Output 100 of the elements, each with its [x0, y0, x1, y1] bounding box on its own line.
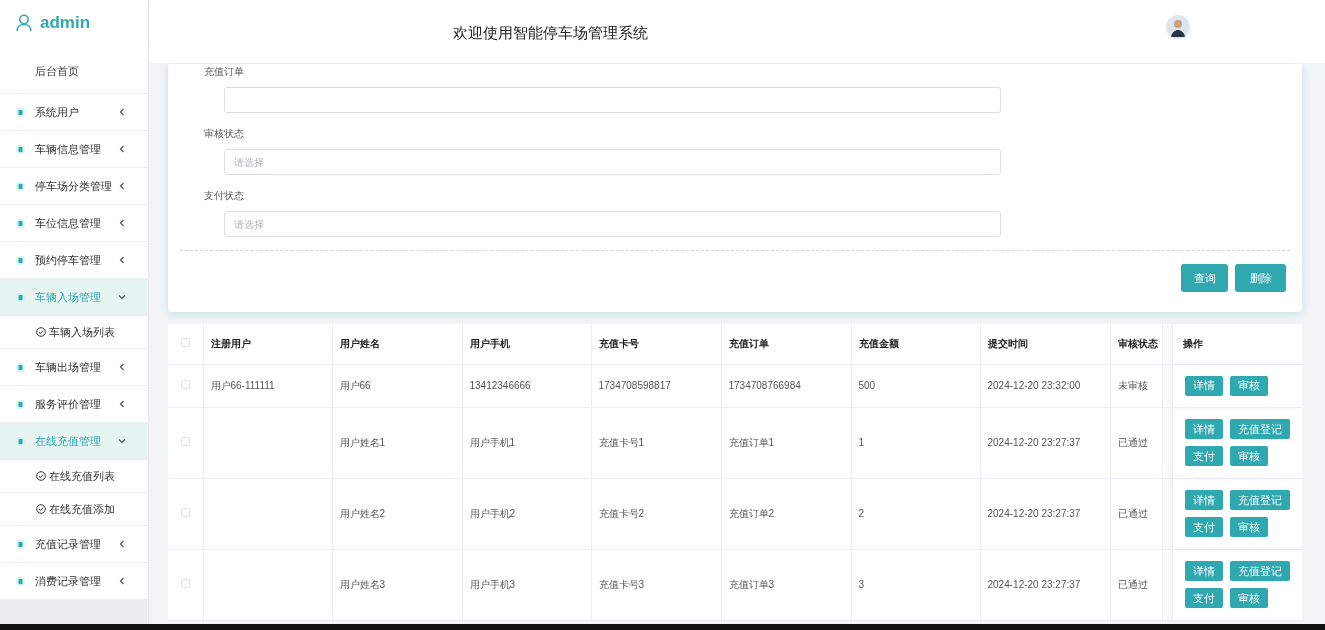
table-cell: 13412346666: [469, 380, 531, 391]
table-cell: 用户手机1: [469, 437, 516, 448]
checkbox[interactable]: [180, 338, 190, 348]
table-cell: 2024-12-20 23:32:00: [987, 380, 1081, 391]
document-icon: [16, 539, 25, 549]
column-header: 注册用户: [210, 338, 251, 350]
chevron-left-icon: [118, 256, 126, 264]
action-button[interactable]: 审核: [1229, 517, 1268, 537]
chevron-left-icon: [118, 540, 126, 548]
menu-item[interactable]: 充值记录管理: [0, 526, 148, 563]
action-button[interactable]: 充值登记: [1229, 490, 1290, 510]
submenu-item[interactable]: 车辆入场列表: [0, 316, 148, 349]
column-header: 提交时间: [987, 338, 1028, 350]
column-header: 充值金额: [858, 338, 899, 350]
action-button[interactable]: 审核: [1229, 588, 1268, 608]
menu-item[interactable]: 消费记录管理: [0, 563, 148, 600]
checkbox[interactable]: [180, 508, 190, 517]
chevron-down-icon: [118, 437, 126, 445]
table-cell: 用户姓名1: [339, 437, 386, 448]
table-cell: 已通过: [1117, 579, 1148, 590]
table-cell: 2024-12-20 23:27:37: [987, 508, 1081, 519]
check-circle-icon: [36, 471, 46, 481]
document-icon: [16, 144, 25, 154]
chevron-left-icon: [118, 145, 126, 153]
document-icon: [16, 218, 25, 228]
document-icon: [16, 255, 25, 265]
user-name: admin: [40, 11, 91, 34]
avatar[interactable]: [1166, 15, 1190, 39]
table-cell: 已通过: [1117, 437, 1148, 448]
menu-item[interactable]: 车位信息管理: [0, 205, 148, 242]
chevron-down-icon: [118, 293, 126, 301]
table-cell: 2024-12-20 23:27:37: [987, 579, 1081, 590]
document-icon: [16, 436, 25, 446]
table-cell: 500: [858, 380, 876, 391]
action-button[interactable]: 详情: [1184, 375, 1223, 396]
table-cell: 用户姓名2: [339, 508, 386, 519]
menu-item[interactable]: 车辆出场管理: [0, 349, 148, 386]
table-cell: 2024-12-20 23:27:37: [987, 437, 1081, 448]
document-icon: [16, 576, 25, 586]
table-cell: 用户66-111111: [210, 380, 275, 391]
table-cell: 用户手机2: [469, 508, 516, 519]
column-header: 用户手机: [469, 338, 510, 350]
action-button[interactable]: 审核: [1229, 446, 1268, 466]
column-header: 操作: [1182, 338, 1203, 350]
column-header: 用户姓名: [339, 338, 380, 350]
menu-item[interactable]: 在线充值管理: [0, 423, 148, 460]
action-button[interactable]: 详情: [1184, 561, 1223, 581]
table-cell: 用户手机3: [469, 579, 516, 590]
field-label: 支付状态: [204, 189, 245, 203]
action-button[interactable]: 审核: [1229, 375, 1268, 396]
chevron-left-icon: [118, 219, 126, 227]
chevron-left-icon: [118, 577, 126, 585]
table-cell: 充值卡号2: [598, 508, 645, 519]
select-field[interactable]: 请选择: [224, 149, 1001, 175]
table-cell: 充值订单3: [728, 579, 775, 590]
select-field[interactable]: 请选择: [224, 211, 1001, 237]
table-cell: 充值卡号1: [598, 437, 645, 448]
action-button[interactable]: 充值登记: [1229, 419, 1290, 439]
chevron-left-icon: [118, 108, 126, 116]
table-cell: 充值卡号3: [598, 579, 645, 590]
table-cell: 已通过: [1117, 508, 1148, 519]
input-field[interactable]: [224, 87, 1001, 113]
document-icon: [16, 107, 25, 117]
action-button[interactable]: 详情: [1184, 419, 1223, 439]
action-button[interactable]: 支付: [1184, 517, 1223, 537]
check-circle-icon: [36, 327, 46, 337]
document-icon: [16, 292, 25, 302]
table-cell: 2: [858, 508, 865, 519]
table-cell: 充值订单1: [728, 437, 775, 448]
action-button[interactable]: 充值登记: [1229, 561, 1290, 581]
submenu-item[interactable]: 在线充值列表: [0, 460, 148, 493]
table-cell: 用户66: [339, 380, 371, 391]
action-button[interactable]: 支付: [1184, 446, 1223, 466]
search-button[interactable]: 查询: [1181, 264, 1228, 292]
chevron-left-icon: [118, 363, 126, 371]
page-title: 欢迎使用智能停车场管理系统: [453, 23, 648, 43]
document-icon: [16, 181, 25, 191]
table-cell: 1734708766984: [728, 380, 801, 391]
field-label: 审核状态: [204, 127, 245, 141]
table-cell: 用户姓名3: [339, 579, 386, 590]
checkbox[interactable]: [180, 437, 190, 446]
field-label: 充值订单: [204, 65, 245, 79]
column-header: 审核状态: [1117, 338, 1158, 350]
menu-item[interactable]: 车辆入场管理: [0, 279, 148, 316]
menu-item[interactable]: 停车场分类管理: [0, 168, 148, 205]
menu-item[interactable]: 后台首页: [0, 49, 148, 94]
delete-button[interactable]: 删除: [1235, 264, 1286, 292]
column-header: 充值订单: [728, 338, 769, 350]
menu-item[interactable]: 车辆信息管理: [0, 131, 148, 168]
submenu-item[interactable]: 在线充值添加: [0, 493, 148, 526]
checkbox[interactable]: [180, 380, 190, 389]
document-icon: [16, 362, 25, 372]
check-circle-icon: [36, 504, 46, 514]
table-cell: 1: [858, 437, 865, 448]
action-button[interactable]: 详情: [1184, 490, 1223, 510]
menu-item[interactable]: 系统用户: [0, 94, 148, 131]
checkbox[interactable]: [180, 579, 190, 588]
chevron-left-icon: [118, 400, 126, 408]
action-button[interactable]: 支付: [1184, 588, 1223, 608]
document-icon: [16, 399, 25, 409]
